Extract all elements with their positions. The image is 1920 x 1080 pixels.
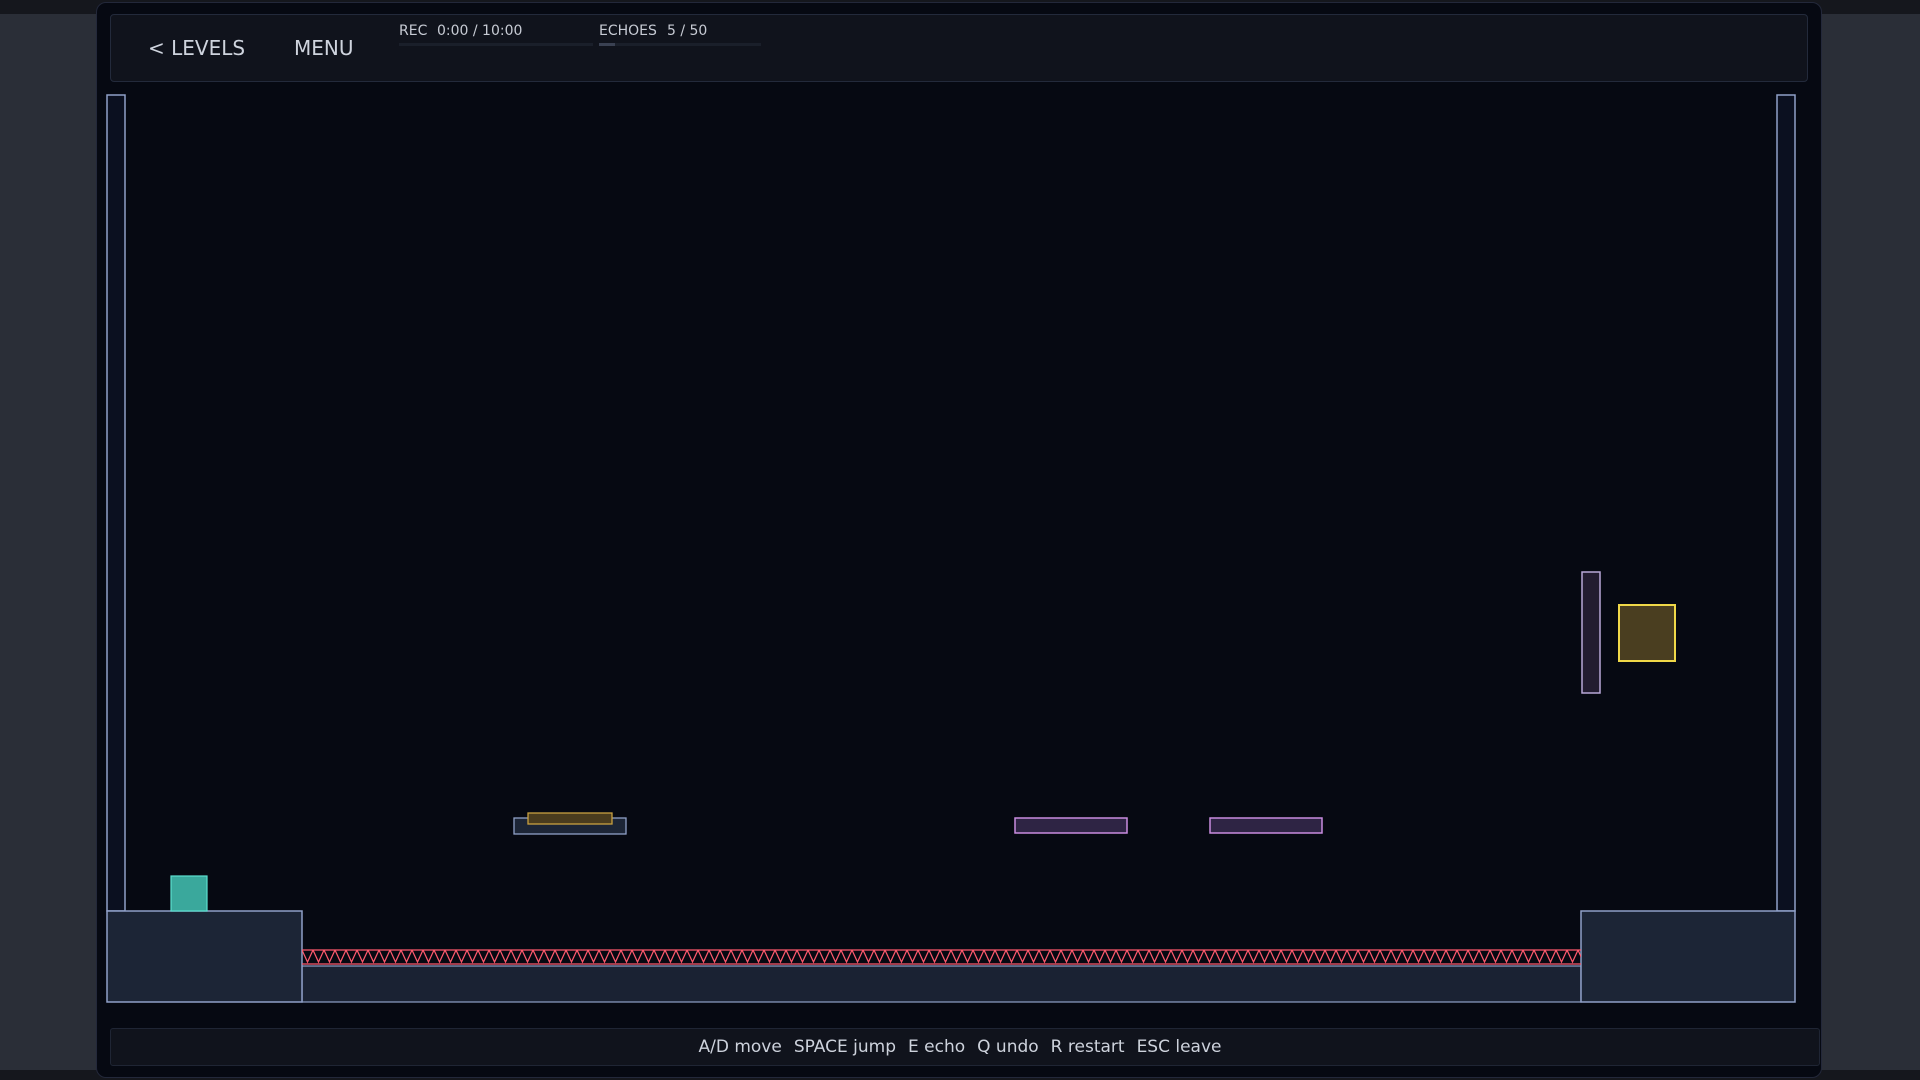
toggle-platform-2 — [1209, 817, 1323, 834]
control-leave: ESC leave — [1136, 1037, 1222, 1057]
spike-strip — [302, 950, 1581, 964]
toggle-platform-1 — [1014, 817, 1128, 834]
control-restart: R restart — [1050, 1037, 1125, 1057]
player-block — [170, 875, 208, 912]
control-undo: Q undo — [977, 1037, 1039, 1057]
end-ledge — [1580, 910, 1796, 1003]
controls-hint: A/D move SPACE jump E echo Q undo R restart E… — [0, 1037, 1920, 1057]
right-wall — [1776, 94, 1796, 912]
pressure-plate — [527, 812, 613, 825]
level-canvas — [106, 94, 1796, 1003]
left-wall — [106, 94, 126, 912]
floor — [301, 965, 1582, 1003]
control-jump: SPACE jump — [793, 1037, 896, 1057]
start-ledge — [106, 910, 303, 1003]
control-move: A/D move — [698, 1037, 782, 1057]
control-echo: E echo — [908, 1037, 966, 1057]
goal-block — [1618, 604, 1676, 662]
gate-door — [1581, 571, 1601, 694]
